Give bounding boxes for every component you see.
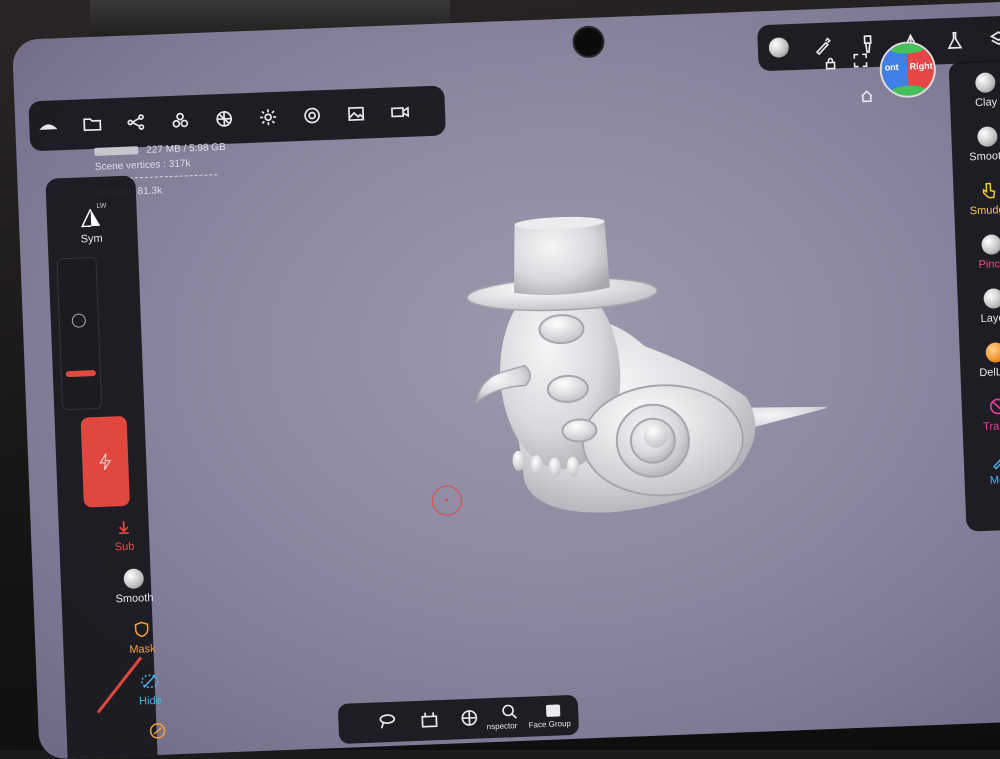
symmetry-button[interactable]: LW Sym: [60, 202, 121, 246]
tool-clay[interactable]: Clay: [955, 72, 1000, 110]
symmetry-icon: [80, 208, 101, 228]
mask-shield-icon: [130, 618, 153, 641]
sculpt-model-bird[interactable]: [439, 189, 831, 533]
measure-ruler-icon: [989, 450, 1000, 471]
flask-icon[interactable]: [943, 29, 966, 52]
radius-slider[interactable]: [56, 256, 103, 411]
smooth-button[interactable]: Smooth: [98, 566, 169, 606]
mesh-sphere-icon[interactable]: [458, 707, 481, 730]
folder-icon[interactable]: [81, 113, 104, 136]
filter-button[interactable]: [122, 719, 193, 747]
mask-button[interactable]: Mask: [106, 617, 177, 657]
lasso-icon[interactable]: [376, 710, 399, 733]
material-ball-icon[interactable]: [767, 36, 790, 59]
radius-slider-handle[interactable]: [65, 370, 96, 378]
tool-dellay[interactable]: DelLay: [965, 341, 1000, 379]
delete-layer-icon: [985, 342, 1000, 363]
smudge-finger-icon: [979, 180, 1000, 201]
transform-icon: [987, 396, 1000, 417]
left-tool-panel: LW Sym Sub Smooth Mask Hide: [45, 175, 166, 759]
objects-icon[interactable]: [169, 109, 192, 132]
sub-button[interactable]: Sub: [88, 515, 159, 555]
memory-bar: [94, 146, 139, 157]
radius-indicator-icon: [71, 313, 87, 328]
lightning-icon: [99, 453, 112, 471]
inspector-label: nspector: [486, 721, 518, 732]
fullscreen-icon[interactable]: [853, 53, 868, 68]
camera-aperture-icon[interactable]: [301, 104, 324, 127]
image-icon[interactable]: [345, 102, 368, 125]
face-group-label: Face Group: [528, 719, 572, 730]
view-orientation-gizmo[interactable]: ont Right: [878, 40, 937, 99]
lock-icon[interactable]: [823, 56, 838, 71]
tool-transform[interactable]: Transf: [967, 395, 1000, 433]
gizmo-front-label: ont: [884, 61, 899, 73]
memory-usage: 227 MB / 5.98 GB: [146, 141, 226, 156]
filter-icon: [146, 720, 169, 743]
layers-icon[interactable]: [987, 28, 1000, 51]
right-tool-panel: Clay Smooth Smudge Pinch Layer DelLay Tr…: [948, 58, 1000, 532]
front-camera: [571, 25, 606, 59]
intensity-slider[interactable]: [80, 415, 130, 508]
tool-smudge[interactable]: Smudge: [959, 179, 1000, 217]
light-sun-icon[interactable]: [257, 106, 280, 129]
home-icon[interactable]: [860, 89, 875, 104]
brush-icon[interactable]: [811, 34, 834, 57]
hide-grid-icon: [138, 670, 161, 693]
tool-measure[interactable]: Mea: [970, 449, 1000, 487]
layer-icon: [983, 288, 1000, 309]
sub-arrow-icon: [112, 516, 135, 539]
video-camera-icon[interactable]: [389, 101, 412, 124]
pinch-icon: [981, 234, 1000, 255]
tool-smooth[interactable]: Smooth: [957, 125, 1000, 163]
main-toolbar: [28, 85, 446, 152]
box-select-icon[interactable]: [418, 708, 441, 731]
smooth-icon: [122, 567, 145, 590]
tool-pinch[interactable]: Pinch: [961, 233, 1000, 271]
material-sphere-icon[interactable]: [213, 107, 236, 130]
tool-layer[interactable]: Layer: [963, 287, 1000, 325]
smooth-icon: [977, 126, 998, 148]
app-logo-icon[interactable]: [37, 114, 60, 137]
clay-icon: [974, 72, 996, 94]
gizmo-right-label: Right: [909, 60, 933, 72]
bottom-toolbar: nspector Face Group: [337, 694, 580, 744]
app-viewport[interactable]: ont Right 227 MB / 5.98 GB Scene vertice…: [12, 0, 1000, 759]
scene-graph-icon[interactable]: [125, 111, 148, 134]
